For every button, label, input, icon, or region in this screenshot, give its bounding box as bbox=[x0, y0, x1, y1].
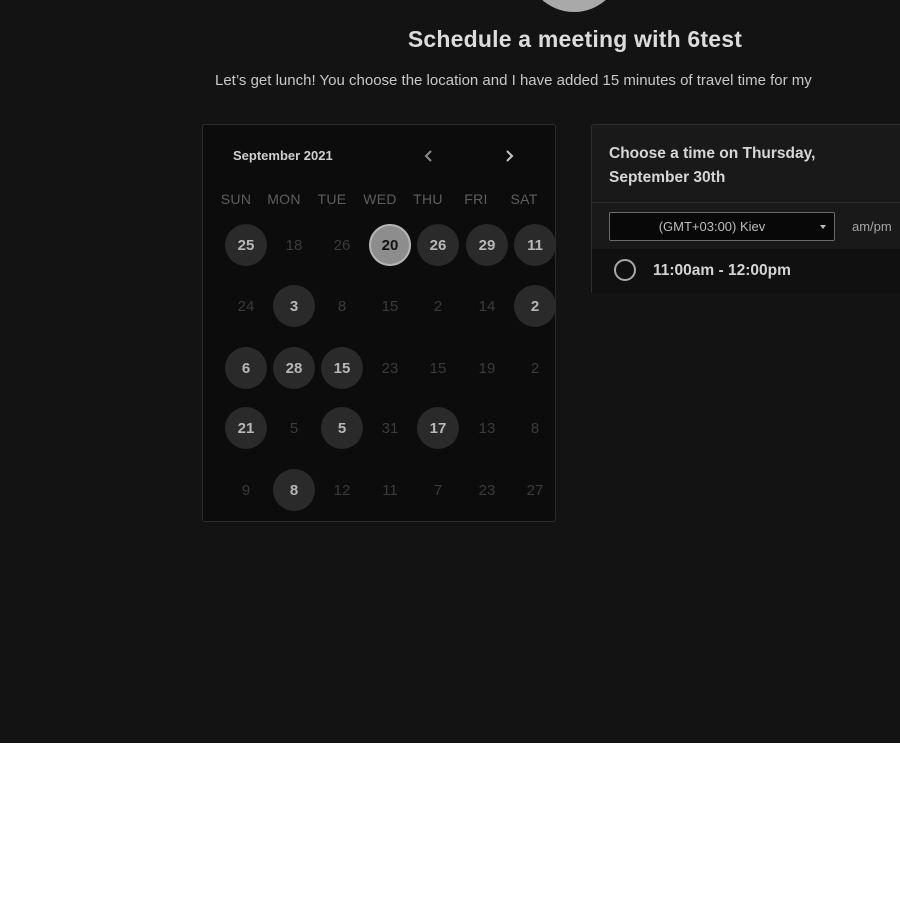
time-selection-panel: Choose a time on Thursday, September 30t… bbox=[591, 124, 900, 294]
calendar-day-unavailable: 2 bbox=[433, 297, 443, 315]
calendar-day-unavailable: 2 bbox=[530, 359, 540, 377]
chevron-left-icon bbox=[424, 150, 432, 162]
calendar-day-unavailable: 18 bbox=[285, 236, 303, 254]
calendar-day-unavailable: 11 bbox=[382, 481, 398, 499]
weekday-header: SUN MON TUE WED THU FRI SAT bbox=[217, 191, 547, 209]
prev-month-button[interactable] bbox=[418, 145, 440, 167]
calendar-day-unavailable: 5 bbox=[289, 419, 299, 437]
meeting-description: Let’s get lunch! You choose the location… bbox=[215, 72, 812, 89]
calendar-day-unavailable: 14 bbox=[478, 297, 496, 315]
calendar-day-unavailable: 8 bbox=[530, 419, 540, 437]
calendar-day-available[interactable]: 17 bbox=[417, 407, 459, 449]
page-title: Schedule a meeting with 6test bbox=[407, 26, 743, 52]
calendar-day-unavailable: 15 bbox=[381, 297, 399, 315]
next-month-button[interactable] bbox=[498, 145, 520, 167]
weekday-label: SAT bbox=[510, 191, 538, 207]
time-panel-header: Choose a time on Thursday, September 30t… bbox=[592, 125, 900, 203]
calendar-panel: September 2021 SUN MON TUE WED THU FRI S… bbox=[202, 124, 556, 522]
time-format-toggle[interactable]: am/pm bbox=[852, 219, 892, 234]
calendar-day-available[interactable]: 6 bbox=[225, 347, 267, 389]
caret-down-icon bbox=[820, 225, 826, 229]
calendar-day-available[interactable]: 21 bbox=[225, 407, 267, 449]
timezone-value: (GMT+03:00) Kiev bbox=[658, 219, 766, 234]
calendar-day-unavailable: 9 bbox=[241, 481, 251, 499]
calendar-day-available[interactable]: 11 bbox=[514, 224, 556, 266]
calendar-day-available[interactable]: 26 bbox=[417, 224, 459, 266]
time-slot[interactable]: 11:00am - 12:00pm bbox=[592, 249, 900, 294]
calendar-day-unavailable: 23 bbox=[381, 359, 399, 377]
calendar-day-unavailable: 8 bbox=[337, 297, 347, 315]
calendar-day-available[interactable]: 2 bbox=[514, 285, 556, 327]
calendar-day-available[interactable]: 5 bbox=[321, 407, 363, 449]
calendar-day-available[interactable]: 8 bbox=[273, 469, 315, 511]
radio-icon bbox=[614, 259, 636, 281]
calendar-day-unavailable: 12 bbox=[333, 481, 351, 499]
calendar-day-available[interactable]: 25 bbox=[225, 224, 267, 266]
calendar-day-available[interactable]: 28 bbox=[273, 347, 315, 389]
time-slot-label: 11:00am - 12:00pm bbox=[653, 262, 791, 279]
time-panel-title: Choose a time on Thursday, September 30t… bbox=[609, 145, 816, 186]
calendar-day-unavailable: 24 bbox=[237, 297, 255, 315]
calendar-day-available[interactable]: 15 bbox=[321, 347, 363, 389]
timezone-select[interactable]: (GMT+03:00) Kiev bbox=[609, 212, 835, 241]
avatar bbox=[526, 0, 622, 12]
calendar-day-unavailable: 26 bbox=[333, 236, 351, 254]
weekday-label: THU bbox=[413, 191, 443, 207]
calendar-day-unavailable: 31 bbox=[381, 419, 399, 437]
weekday-label: MON bbox=[267, 191, 301, 207]
calendar-day-unavailable: 19 bbox=[478, 359, 496, 377]
chevron-right-icon bbox=[506, 150, 514, 162]
calendar-day-unavailable: 7 bbox=[433, 481, 443, 499]
calendar-day-selected[interactable]: 20 bbox=[369, 224, 411, 266]
scheduler-page: Schedule a meeting with 6test Let’s get … bbox=[0, 0, 900, 743]
calendar-day-unavailable: 13 bbox=[478, 419, 496, 437]
weekday-label: FRI bbox=[464, 191, 488, 207]
weekday-label: TUE bbox=[317, 191, 347, 207]
calendar-day-available[interactable]: 3 bbox=[273, 285, 315, 327]
calendar-day-available[interactable]: 29 bbox=[466, 224, 508, 266]
calendar-day-unavailable: 23 bbox=[478, 481, 496, 499]
calendar-day-unavailable: 15 bbox=[429, 359, 447, 377]
calendar-day-unavailable: 27 bbox=[526, 481, 544, 499]
weekday-label: WED bbox=[363, 191, 397, 207]
calendar-month-label: September 2021 bbox=[233, 148, 333, 163]
weekday-label: SUN bbox=[220, 191, 252, 207]
